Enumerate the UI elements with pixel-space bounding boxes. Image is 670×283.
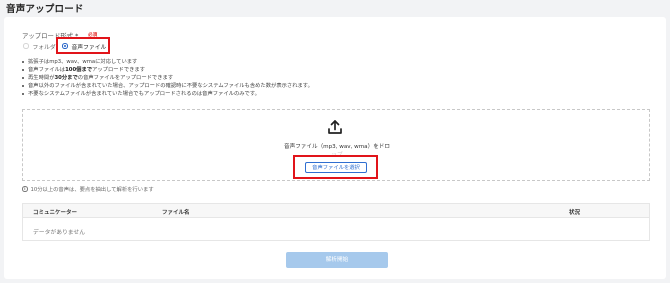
radio-folder-label: フォルダ: [32, 44, 56, 51]
upload-table: コミュニケーター ファイル名 状況 データがありません: [22, 203, 650, 241]
column-header-communicator[interactable]: コミュニケーター: [33, 208, 77, 216]
table-empty-message: データがありません: [33, 230, 85, 236]
info-note-text: 10分以上の音声は、要点を抽出して解析を行います: [30, 187, 154, 193]
note-item: 拡張子はmp3、wav、wmaに対応しています: [22, 58, 313, 66]
note-item: 不要なシステムファイルが含まれていた場合でもアップロードされるのは音声ファイルの…: [22, 90, 313, 98]
note-item: 音声ファイルは100個までアップロードできます: [22, 66, 313, 74]
column-header-file-name[interactable]: ファイル名: [162, 208, 190, 216]
dropzone-instruction: 音声ファイル（mp3, wav, wma）をドロ: [284, 144, 390, 150]
table-header: コミュニケーター ファイル名 状況: [23, 204, 649, 218]
upload-icon: [328, 120, 342, 134]
start-analysis-button[interactable]: 解析開始: [286, 252, 388, 268]
upload-notes: 拡張子はmp3、wav、wmaに対応しています 音声ファイルは100個までアップ…: [22, 58, 313, 98]
note-item: 再生時間が30分までの音声ファイルをアップロードできます: [22, 74, 313, 82]
page-title: 音声アップロード: [6, 4, 84, 15]
select-audio-file-button[interactable]: 音声ファイルを選択: [305, 162, 367, 173]
radio-folder[interactable]: [23, 43, 29, 49]
info-note: i 10分以上の音声は、要点を抽出して解析を行います: [22, 185, 154, 193]
highlight-annotation: [56, 37, 110, 54]
note-item: 音声以外のファイルが含まれていた場合、アップロードの確認時に不要なシステムファイ…: [22, 82, 313, 90]
column-header-status[interactable]: 状況: [569, 208, 580, 216]
info-icon: i: [22, 186, 28, 192]
radio-option-folder[interactable]: フォルダ: [23, 42, 56, 51]
